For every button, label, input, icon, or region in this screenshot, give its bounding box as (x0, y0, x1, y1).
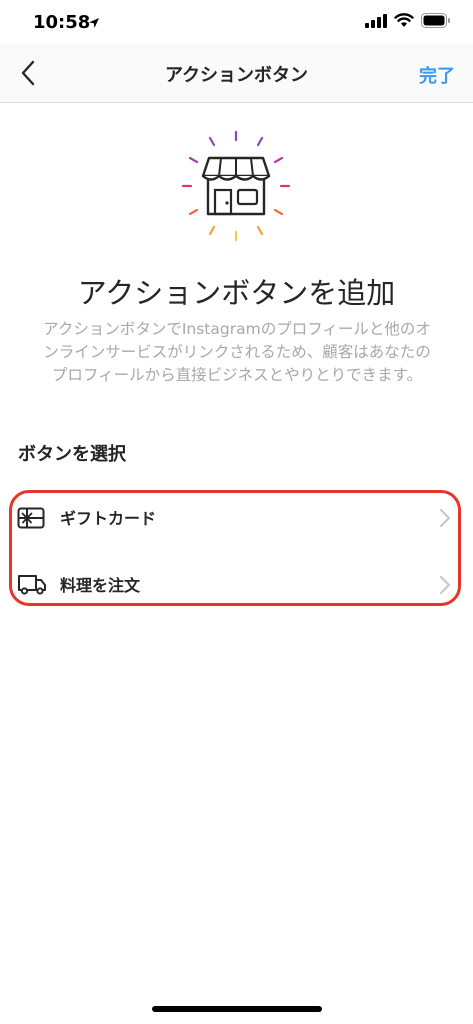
navigation-bar: アクションボタン 完了 (0, 44, 473, 103)
wifi-icon (394, 13, 414, 27)
headline: アクションボタンを追加 (77, 276, 396, 310)
highlight-annotation (9, 490, 461, 606)
status-bar: 10:58 (0, 0, 473, 44)
description: アクションボタンでInstagramのプロフィールと他のオンラインサービスがリン… (43, 320, 431, 384)
cellular-signal-icon (365, 13, 387, 28)
battery-icon (421, 13, 450, 28)
section-title: ボタンを選択 (18, 444, 126, 465)
page-title: アクションボタン (164, 65, 309, 86)
status-icons (365, 13, 451, 28)
home-indicator[interactable] (152, 1006, 322, 1012)
done-button[interactable]: 完了 (419, 62, 455, 88)
location-arrow-icon (89, 18, 99, 28)
status-time: 10:58 (33, 12, 91, 33)
shop-icon (181, 130, 291, 242)
